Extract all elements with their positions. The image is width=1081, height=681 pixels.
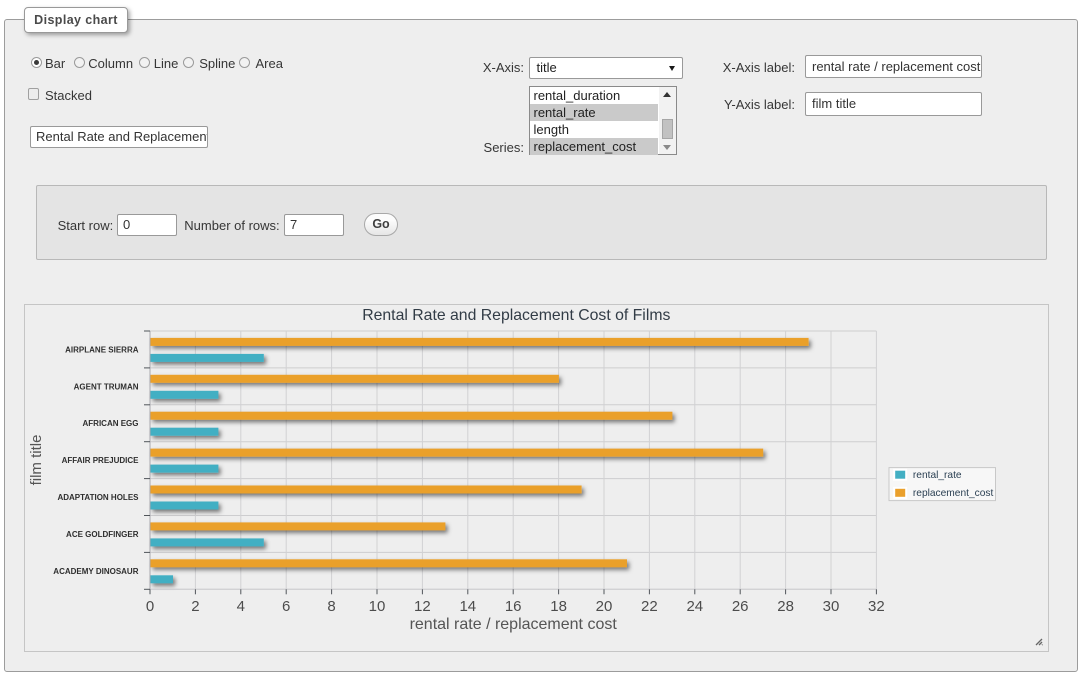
svg-text:30: 30 bbox=[823, 598, 840, 615]
svg-text:ADAPTATION HOLES: ADAPTATION HOLES bbox=[57, 493, 139, 502]
svg-text:AGENT TRUMAN: AGENT TRUMAN bbox=[74, 382, 139, 391]
svg-text:AFFAIR PREJUDICE: AFFAIR PREJUDICE bbox=[62, 456, 140, 465]
svg-text:AIRPLANE SIERRA: AIRPLANE SIERRA bbox=[65, 345, 139, 354]
svg-text:8: 8 bbox=[327, 598, 335, 615]
svg-text:4: 4 bbox=[237, 598, 245, 615]
svg-text:AFRICAN EGG: AFRICAN EGG bbox=[83, 419, 139, 428]
svg-text:rental_rate: rental_rate bbox=[913, 470, 962, 481]
svg-text:ACADEMY DINOSAUR: ACADEMY DINOSAUR bbox=[53, 567, 138, 576]
svg-text:32: 32 bbox=[868, 598, 885, 615]
svg-text:6: 6 bbox=[282, 598, 290, 615]
svg-text:Rental Rate and Replacement Co: Rental Rate and Replacement Cost of Film… bbox=[362, 307, 670, 324]
svg-text:12: 12 bbox=[414, 598, 431, 615]
svg-text:10: 10 bbox=[369, 598, 386, 615]
svg-text:20: 20 bbox=[596, 598, 613, 615]
svg-text:ACE GOLDFINGER: ACE GOLDFINGER bbox=[66, 530, 139, 539]
svg-text:18: 18 bbox=[550, 598, 567, 615]
svg-text:rental rate / replacement cost: rental rate / replacement cost bbox=[410, 616, 618, 633]
svg-text:replacement_cost: replacement_cost bbox=[913, 488, 994, 499]
svg-text:24: 24 bbox=[686, 598, 703, 615]
svg-text:film title: film title bbox=[28, 435, 45, 486]
svg-text:22: 22 bbox=[641, 598, 658, 615]
svg-text:28: 28 bbox=[777, 598, 794, 615]
svg-text:0: 0 bbox=[146, 598, 154, 615]
svg-text:2: 2 bbox=[191, 598, 199, 615]
svg-text:16: 16 bbox=[505, 598, 522, 615]
svg-text:26: 26 bbox=[732, 598, 749, 615]
svg-text:14: 14 bbox=[459, 598, 476, 615]
